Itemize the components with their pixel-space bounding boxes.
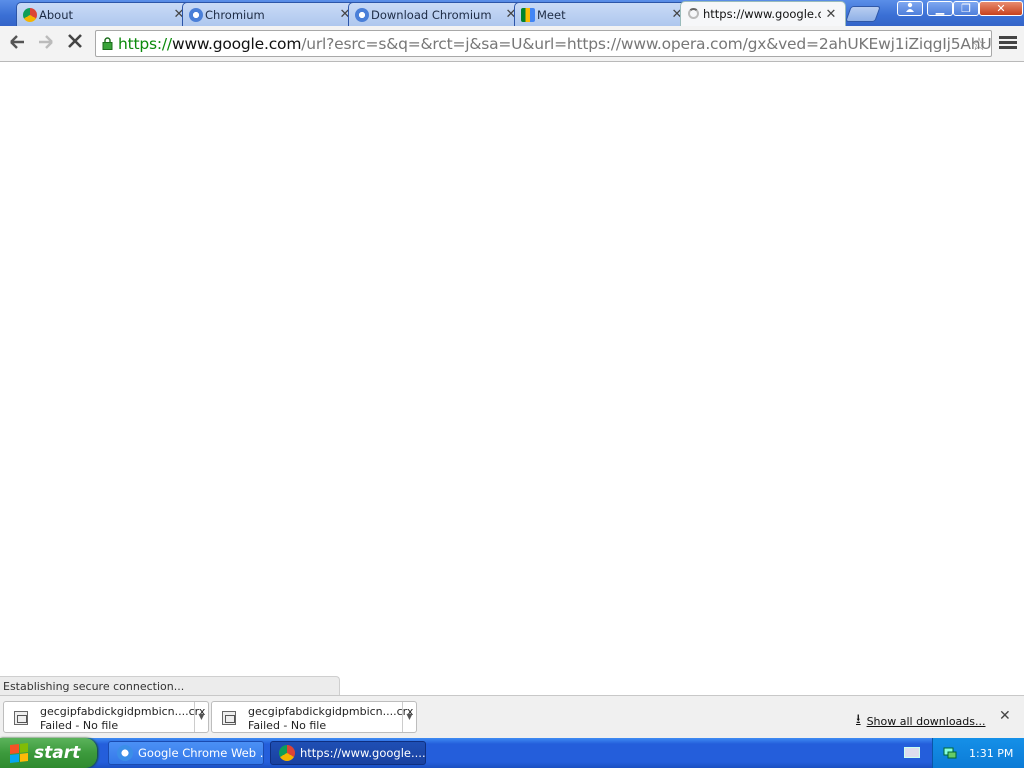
forward-arrow-icon	[39, 35, 53, 49]
close-icon[interactable]: ✕	[825, 7, 837, 22]
profile-button[interactable]	[897, 1, 923, 16]
person-icon	[906, 2, 914, 12]
tab-meet[interactable]: Meet ✕	[514, 2, 692, 26]
back-arrow-icon	[10, 35, 24, 49]
restore-button[interactable]: ❐	[953, 1, 979, 16]
taskbar-item-google[interactable]: https://www.google....	[270, 741, 426, 765]
chromium-icon	[189, 8, 203, 22]
download-item[interactable]: gecgipfabdickgidpmbicn....crx Failed - N…	[211, 701, 417, 733]
chevron-down-icon[interactable]: ▼	[402, 702, 416, 732]
title-bar: About ✕ Chromium ✕ Download Chromium ✕ M…	[0, 0, 1024, 26]
taskbar-item-chrome-web[interactable]: Google Chrome Web ...	[108, 741, 264, 765]
download-arrow-icon: ⭳	[856, 712, 861, 727]
address-bar[interactable]: https://www.google.com/url?esrc=s&q=&rct…	[95, 30, 992, 57]
toolbar: https://www.google.com/url?esrc=s&q=&rct…	[0, 26, 1024, 62]
task-label: https://www.google....	[300, 746, 426, 760]
chevron-down-icon[interactable]: ▼	[194, 702, 208, 732]
system-tray: 1:31 PM	[932, 738, 1024, 768]
new-tab-button[interactable]	[845, 6, 881, 22]
show-all-downloads-link[interactable]: ⭳ Show all downloads...	[856, 710, 986, 732]
loading-icon	[688, 8, 699, 19]
download-filename: gecgipfabdickgidpmbicn....crx	[248, 705, 414, 718]
url-text: https://www.google.com/url?esrc=s&q=&rct…	[118, 34, 992, 53]
back-button[interactable]	[6, 33, 28, 55]
tab-label: Chromium	[205, 7, 265, 22]
chromium-icon	[355, 8, 369, 22]
file-icon	[14, 711, 28, 725]
ie-icon	[117, 745, 133, 761]
tab-chromium[interactable]: Chromium ✕	[182, 2, 360, 26]
task-label: Google Chrome Web ...	[138, 746, 264, 760]
tab-active-google[interactable]: https://www.google.co ✕	[680, 1, 846, 26]
url-path: /url?esrc=s&q=&rct=j&sa=U&url=https://ww…	[301, 34, 992, 53]
download-filename: gecgipfabdickgidpmbicn....crx	[40, 705, 206, 718]
download-state: Failed - No file	[40, 719, 119, 732]
stop-button[interactable]	[64, 33, 86, 55]
chrome-icon	[279, 745, 295, 761]
chrome-icon	[23, 8, 37, 22]
tab-label: https://www.google.co	[703, 7, 821, 21]
tab-label: Download Chromium	[371, 7, 492, 22]
windows-logo-icon	[10, 743, 28, 763]
tab-label: About	[39, 7, 74, 22]
download-shelf: gecgipfabdickgidpmbicn....crx Failed - N…	[0, 695, 1024, 738]
tab-label: Meet	[537, 7, 566, 22]
taskbar: start Google Chrome Web ... https://www.…	[0, 738, 1024, 768]
download-state: Failed - No file	[248, 719, 327, 732]
meet-icon	[521, 8, 535, 22]
file-icon	[222, 711, 236, 725]
tab-about[interactable]: About ✕	[16, 2, 194, 26]
url-scheme: https://	[118, 34, 172, 53]
star-icon[interactable]: ☆	[971, 34, 987, 55]
menu-icon[interactable]	[999, 34, 1017, 52]
stop-x-icon	[68, 34, 82, 48]
show-all-downloads-label: Show all downloads...	[866, 714, 986, 728]
keyboard-icon[interactable]	[904, 747, 920, 758]
close-icon[interactable]: ✕	[999, 708, 1011, 724]
lock-icon	[102, 37, 113, 50]
status-bubble: Establishing secure connection...	[0, 676, 340, 695]
close-window-button[interactable]: ✕	[979, 1, 1023, 16]
network-icon[interactable]	[943, 746, 957, 760]
url-host: www.google.com	[171, 34, 302, 53]
page-content	[0, 63, 1024, 695]
clock: 1:31 PM	[969, 746, 1014, 760]
tab-download-chromium[interactable]: Download Chromium ✕	[348, 2, 526, 26]
forward-button[interactable]	[35, 33, 57, 55]
start-button[interactable]: start	[0, 738, 97, 768]
minimize-button[interactable]: ▁	[927, 1, 953, 16]
download-item[interactable]: gecgipfabdickgidpmbicn....crx Failed - N…	[3, 701, 209, 733]
start-label: start	[34, 743, 81, 763]
